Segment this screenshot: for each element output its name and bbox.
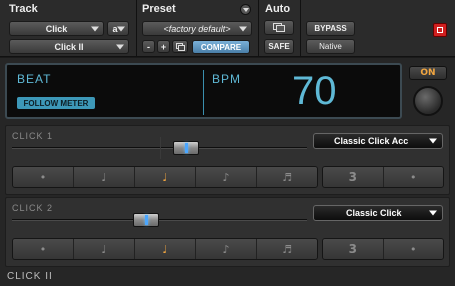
previous-preset-button[interactable]: - [142, 40, 155, 53]
display-divider [203, 70, 204, 115]
click2-note-1[interactable]: ♩ [74, 239, 135, 259]
click1-note-4[interactable]: ♬ [257, 167, 317, 187]
thumb-indicator [145, 215, 149, 225]
click1-accent-selector: 3 • [322, 166, 444, 188]
on-button[interactable]: ON [409, 66, 447, 80]
track-selector[interactable]: Click [9, 21, 104, 36]
click2-note-0[interactable]: • [13, 239, 74, 259]
chevron-down-icon [429, 210, 437, 216]
click1-note-selector: • ♩ ♩ ♪ ♬ [12, 166, 318, 188]
click2-accent-selector: 3 • [322, 238, 444, 260]
click1-sound-dropdown[interactable]: Classic Click Acc [313, 133, 443, 149]
copy-icon [175, 42, 185, 51]
bpm-value[interactable]: 70 [292, 67, 337, 115]
click1-accent-0[interactable]: 3 [323, 167, 384, 187]
next-preset-button[interactable]: + [157, 40, 170, 53]
volume-knob[interactable] [413, 86, 443, 116]
chevron-down-icon [91, 26, 99, 31]
click2-accent-0[interactable]: 3 [323, 239, 384, 259]
beat-label: BEAT [17, 72, 52, 86]
preset-selector[interactable]: <factory default> [142, 21, 252, 36]
target-button[interactable] [433, 23, 447, 37]
click1-note-3[interactable]: ♪ [196, 167, 257, 187]
target-icon [437, 27, 443, 33]
click2-note-selector: • ♩ ♩ ♪ ♬ [12, 238, 318, 260]
click1-label: CLICK 1 [12, 131, 54, 141]
chevron-down-icon [116, 44, 124, 49]
follow-meter-button[interactable]: FOLLOW METER [17, 97, 95, 109]
automation-window-button[interactable] [264, 20, 294, 35]
native-indicator[interactable]: Native [306, 39, 355, 54]
track-label: Track [9, 3, 38, 15]
click2-accent-1[interactable]: • [383, 239, 443, 259]
slider-center-mark [160, 137, 161, 159]
preset-name: <factory default> [163, 23, 231, 34]
chevron-down-icon [239, 26, 247, 31]
safe-button[interactable]: SAFE [264, 39, 294, 54]
chevron-down-icon [243, 8, 249, 12]
divider [136, 0, 137, 57]
click1-accent-1[interactable]: • [383, 167, 443, 187]
preset-menu-button[interactable] [240, 4, 251, 15]
window-icon [273, 23, 285, 32]
copy-preset-button[interactable] [172, 40, 188, 53]
click2-note-4[interactable]: ♬ [257, 239, 317, 259]
click2-slider-thumb[interactable] [133, 213, 160, 227]
insert-name: Click II [54, 41, 84, 52]
click1-sound-name: Classic Click Acc [334, 136, 409, 146]
click1-slider-thumb[interactable] [173, 141, 200, 155]
divider [300, 0, 301, 57]
click1-note-1[interactable]: ♩ [74, 167, 135, 187]
click2-slider-track[interactable] [12, 219, 307, 221]
chevron-down-icon [429, 138, 437, 144]
chevron-down-icon [117, 26, 125, 31]
divider [258, 0, 259, 57]
click2-note-3[interactable]: ♪ [196, 239, 257, 259]
auto-label: Auto [265, 3, 291, 15]
click1-note-0[interactable]: • [13, 167, 74, 187]
click1-note-2[interactable]: ♩ [135, 167, 196, 187]
compare-button[interactable]: COMPARE [192, 40, 250, 54]
group-selector[interactable]: a [107, 21, 129, 36]
click2-sound-dropdown[interactable]: Classic Click [313, 205, 443, 221]
bypass-button[interactable]: BYPASS [306, 21, 355, 36]
track-name: Click [45, 23, 68, 34]
insert-selector[interactable]: Click II [9, 39, 129, 54]
bpm-label: BPM [212, 72, 242, 86]
thumb-indicator [185, 143, 189, 153]
click2-note-2[interactable]: ♩ [135, 239, 196, 259]
preset-label: Preset [142, 3, 176, 15]
plugin-name: CLICK II [7, 271, 53, 282]
click2-sound-name: Classic Click [346, 208, 402, 218]
click2-label: CLICK 2 [12, 203, 54, 213]
